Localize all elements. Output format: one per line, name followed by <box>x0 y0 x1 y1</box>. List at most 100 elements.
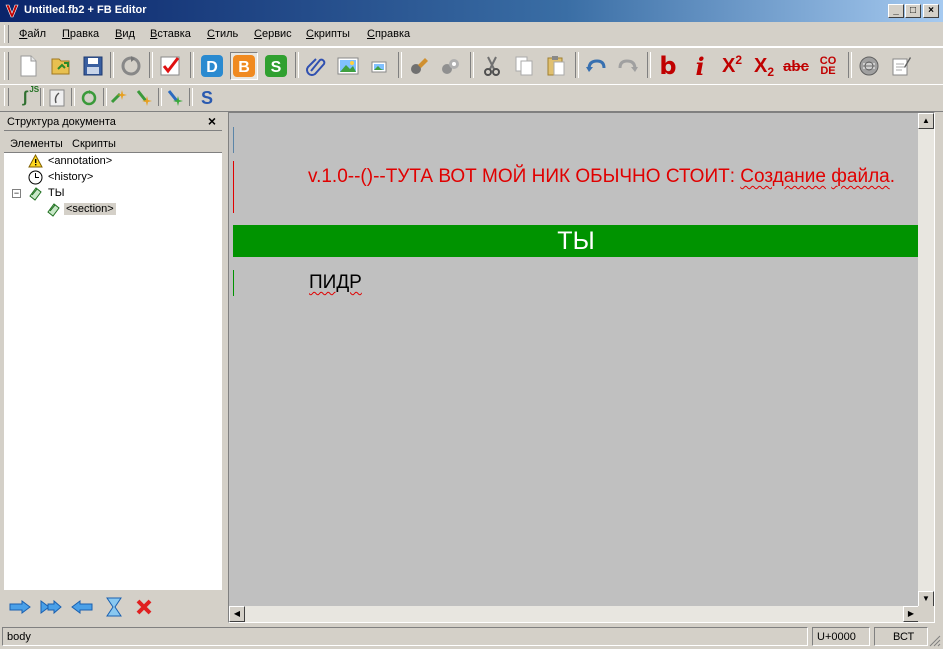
panel-header: Структура документа × <box>4 112 222 131</box>
vertical-scrollbar[interactable]: ▲ ▼ <box>918 113 934 607</box>
cut-button[interactable] <box>479 53 505 79</box>
minimize-button[interactable]: _ <box>888 4 904 18</box>
body-view-button[interactable]: B <box>230 52 258 80</box>
description-view-button[interactable]: D <box>199 53 225 79</box>
scroll-corner <box>918 606 934 622</box>
link-button[interactable] <box>303 53 329 79</box>
find-button[interactable] <box>406 53 432 79</box>
validate-button[interactable] <box>157 53 183 79</box>
horizontal-scrollbar[interactable]: ◀ ▶ <box>229 606 919 622</box>
status-element-path: body <box>2 627 808 646</box>
script-run-button[interactable] <box>163 86 187 110</box>
code-button[interactable]: CO DE <box>815 53 841 79</box>
menu-file[interactable]: Файл <box>19 28 46 40</box>
section-title[interactable]: ТЫ <box>233 225 919 257</box>
body-paragraph[interactable]: ПИДР <box>233 270 916 296</box>
copy-button[interactable] <box>511 53 537 79</box>
sparkle-add-icon <box>110 90 127 104</box>
tree-node-annotation[interactable]: <annotation> <box>28 153 114 169</box>
source-s-icon: S <box>265 55 287 77</box>
move-left-button[interactable] <box>70 596 94 618</box>
history-paragraph[interactable]: v.1.0--()--ТУТА ВОТ МОЙ НИК ОБЫЧНО СТОИТ… <box>233 161 916 213</box>
bold-button[interactable]: b <box>655 52 681 80</box>
tree-expander[interactable]: − <box>12 189 21 198</box>
structure-tree[interactable]: <annotation> <history> − ТЫ <section> <box>4 152 222 589</box>
save-button[interactable] <box>80 53 106 79</box>
redo-button[interactable] <box>615 53 641 79</box>
undo-button[interactable] <box>583 53 609 79</box>
scroll-left-button[interactable]: ◀ <box>229 606 245 622</box>
move-right-button[interactable] <box>8 596 32 618</box>
panel-close-icon[interactable]: × <box>208 113 216 129</box>
recycle-icon <box>121 56 141 76</box>
app-icon <box>5 4 19 18</box>
source-view-button[interactable]: S <box>263 53 289 79</box>
reload-button[interactable] <box>118 53 144 79</box>
document-editor[interactable]: v.1.0--()--ТУТА ВОТ МОЙ НИК ОБЫЧНО СТОИТ… <box>228 112 935 623</box>
book-icon <box>29 186 42 201</box>
menu-view[interactable]: Вид <box>115 28 135 40</box>
resize-grip-icon[interactable] <box>929 635 941 647</box>
tree-node-section[interactable]: <section> <box>46 201 116 217</box>
italic-button[interactable]: i <box>687 52 713 81</box>
menu-service[interactable]: Сервис <box>254 28 292 40</box>
tab-elements[interactable]: Элементы <box>10 138 63 150</box>
arrow-right-icon <box>9 600 31 614</box>
edit-properties-button[interactable] <box>888 53 914 79</box>
replace-button[interactable] <box>438 53 464 79</box>
superscript-button[interactable]: X2 <box>719 53 745 79</box>
delete-node-button[interactable] <box>132 596 156 618</box>
bold-icon: b <box>659 52 677 80</box>
close-button[interactable]: × <box>923 4 939 18</box>
paste-button[interactable] <box>543 53 569 79</box>
scroll-up-button[interactable]: ▲ <box>918 113 934 129</box>
menu-insert[interactable]: Вставка <box>150 28 191 40</box>
toolbar-separator <box>848 52 852 78</box>
move-down-right-button[interactable] <box>39 596 63 618</box>
subscript-icon: X2 <box>753 54 775 79</box>
svg-text:B: B <box>238 59 250 76</box>
document-structure-panel: Структура документа × Элементы Скрипты <… <box>4 112 222 623</box>
status-insert-mode: ВСТ <box>874 627 928 646</box>
script-file-button[interactable] <box>45 86 69 110</box>
js-icon: ʃ JS <box>22 85 40 106</box>
web-button[interactable] <box>856 53 882 79</box>
tree-node-history[interactable]: <history> <box>28 169 95 185</box>
script-s-button[interactable]: S <box>195 86 219 110</box>
tab-scripts[interactable]: Скрипты <box>72 138 116 150</box>
panel-title: Структура документа <box>7 116 116 128</box>
strikethrough-button[interactable]: abc <box>783 53 809 79</box>
refresh-scripts-button[interactable] <box>77 86 101 110</box>
copy-icon <box>515 56 533 76</box>
paperclip-icon <box>306 58 326 76</box>
main-toolbar: D B S b i X2 X2 abc CO DE <box>0 47 943 85</box>
toolbar-separator <box>40 88 44 106</box>
scroll-down-button[interactable]: ▼ <box>918 591 934 607</box>
insert-inline-image-button[interactable] <box>366 53 392 79</box>
scroll-right-button[interactable]: ▶ <box>903 606 919 622</box>
document-body[interactable]: v.1.0--()--ТУТА ВОТ МОЙ НИК ОБЫЧНО СТОИТ… <box>229 113 919 607</box>
script-move-button[interactable] <box>132 86 156 110</box>
menu-style[interactable]: Стиль <box>207 28 238 40</box>
menu-help[interactable]: Справка <box>367 28 410 40</box>
new-button[interactable] <box>15 53 41 79</box>
toolbar-separator <box>71 88 75 106</box>
menu-bar: Файл Правка Вид Вставка Стиль Сервис Скр… <box>0 22 943 47</box>
script-add-button[interactable] <box>108 86 132 110</box>
toolbar-separator <box>398 52 402 78</box>
subscript-button[interactable]: X2 <box>751 53 777 79</box>
merge-button[interactable] <box>102 596 126 618</box>
open-button[interactable] <box>48 53 74 79</box>
tree-node-body[interactable]: ТЫ <box>28 185 66 201</box>
js-script-button[interactable]: ʃ JS <box>13 85 40 110</box>
undo-arrow-icon <box>586 59 606 72</box>
history-paragraph-text: v.1.0--()--ТУТА ВОТ МОЙ НИК ОБЫЧНО СТОИТ… <box>308 166 896 187</box>
insert-image-button[interactable] <box>335 53 361 79</box>
description-d-icon: D <box>201 55 223 77</box>
menu-edit[interactable]: Правка <box>62 28 99 40</box>
toolbar-separator <box>103 88 107 106</box>
maximize-button[interactable]: □ <box>905 4 921 18</box>
section-icon <box>47 202 60 217</box>
toolbar-grip <box>4 88 9 106</box>
menu-scripts[interactable]: Скрипты <box>306 28 350 40</box>
